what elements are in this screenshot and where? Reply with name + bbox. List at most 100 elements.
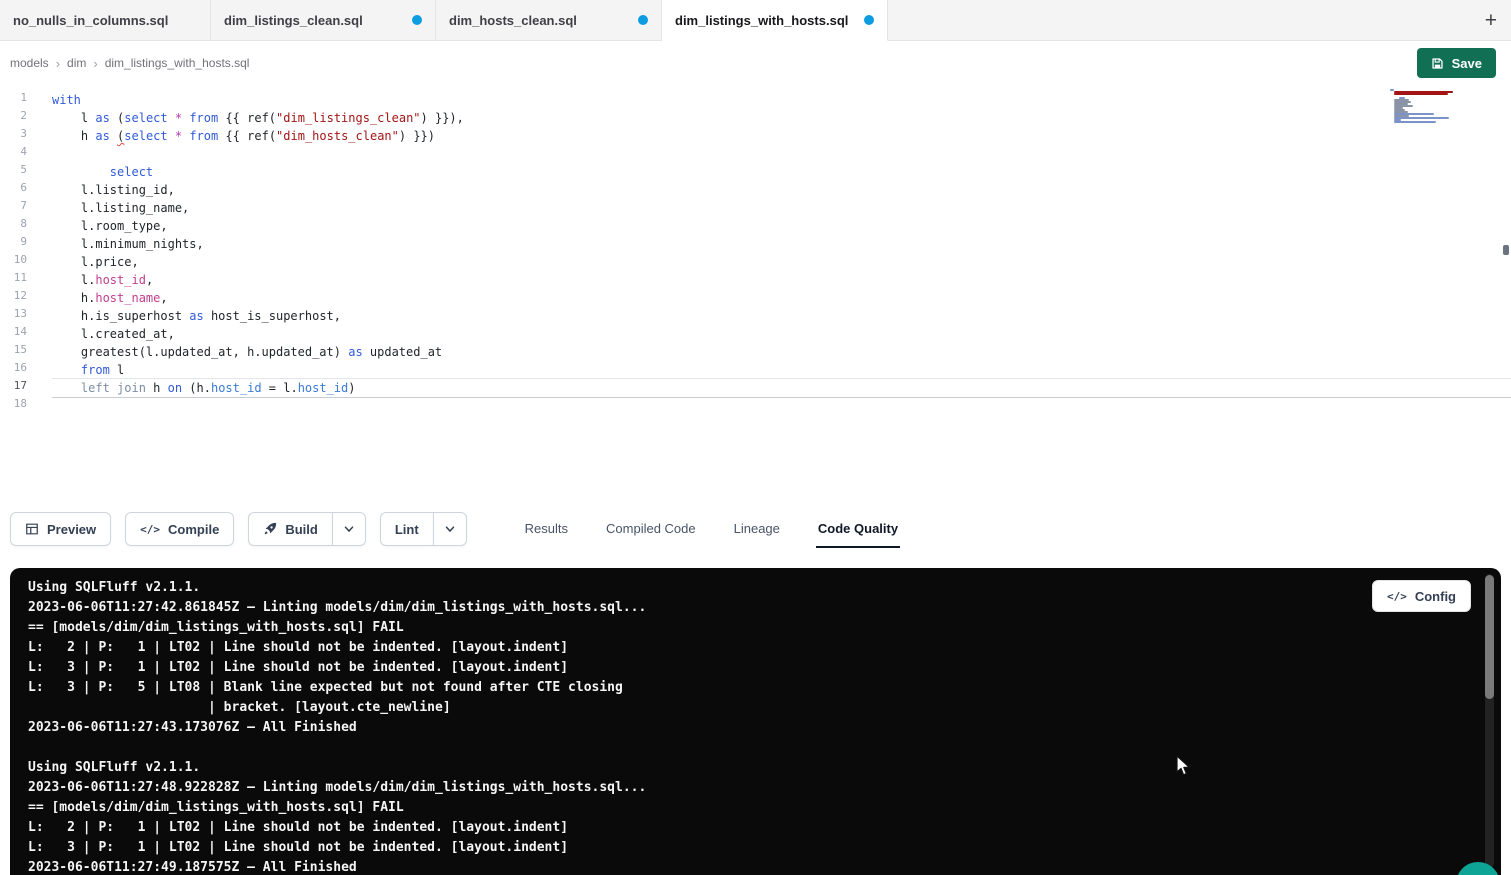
editor-code-area[interactable]: with l as (select * from {{ ref("dim_lis…	[40, 91, 1511, 510]
result-panel-tabs: Results Compiled Code Lineage Code Quali…	[523, 510, 900, 548]
code-line-6[interactable]: l.listing_id,	[52, 181, 1511, 199]
line-number: 12	[0, 289, 40, 307]
unsaved-changes-dot-icon[interactable]	[638, 15, 648, 25]
code-line-14[interactable]: l.created_at,	[52, 325, 1511, 343]
build-options-dropdown[interactable]	[332, 512, 366, 546]
tab-dim-hosts-clean-sql[interactable]: dim_hosts_clean.sql	[436, 0, 662, 41]
terminal-line: == [models/dim/dim_listings_with_hosts.s…	[28, 798, 1461, 818]
terminal-scrollbar-thumb[interactable]	[1485, 575, 1494, 699]
editor-scrollbar[interactable]	[1501, 85, 1510, 510]
tab-lineage[interactable]: Lineage	[732, 510, 782, 548]
new-tab-plus-icon[interactable]: +	[1485, 10, 1497, 31]
code-line-10[interactable]: l.price,	[52, 253, 1511, 271]
terminal-line: L: 3 | P: 1 | LT02 | Line should not be …	[28, 838, 1461, 858]
code-line-8[interactable]: l.room_type,	[52, 217, 1511, 235]
mouse-cursor	[1176, 755, 1195, 777]
sql-code-editor[interactable]: 123456789101112131415161718 with l as (s…	[0, 85, 1511, 510]
terminal-line: Using SQLFluff v2.1.1.	[28, 758, 1461, 778]
code-line-18[interactable]	[52, 397, 1511, 415]
terminal-line: L: 2 | P: 1 | LT02 | Line should not be …	[28, 818, 1461, 838]
compile-button[interactable]: </> Compile	[125, 512, 234, 546]
breadcrumb-segment-dim: dim	[67, 56, 86, 70]
line-number: 2	[0, 109, 40, 127]
tab-label: dim_listings_clean.sql	[224, 13, 363, 28]
line-number: 6	[0, 181, 40, 199]
preview-label: Preview	[47, 522, 96, 537]
lint-label: Lint	[395, 522, 419, 537]
line-number: 5	[0, 163, 40, 181]
line-number: 15	[0, 343, 40, 361]
build-button[interactable]: Build	[248, 512, 332, 546]
editor-scrollbar-thumb[interactable]	[1503, 245, 1509, 255]
terminal-line: 2023-06-06T11:27:42.861845Z — Linting mo…	[28, 598, 1461, 618]
unsaved-changes-dot-icon[interactable]	[412, 15, 422, 25]
tab-no-nulls-in-columns-sql[interactable]: no_nulls_in_columns.sql	[0, 0, 211, 41]
code-line-2[interactable]: l as (select * from {{ ref("dim_listings…	[52, 109, 1511, 127]
code-line-11[interactable]: l.host_id,	[52, 271, 1511, 289]
save-floppy-icon	[1431, 57, 1444, 70]
breadcrumb: models › dim › dim_listings_with_hosts.s…	[10, 56, 249, 71]
terminal-line: L: 2 | P: 1 | LT02 | Line should not be …	[28, 638, 1461, 658]
line-number: 17	[0, 379, 40, 397]
code-line-3[interactable]: h as (select * from {{ ref("dim_hosts_cl…	[52, 127, 1511, 145]
tab-label: no_nulls_in_columns.sql	[13, 13, 168, 28]
tab-label: dim_hosts_clean.sql	[449, 13, 577, 28]
compile-label: Compile	[168, 522, 219, 537]
lint-options-dropdown[interactable]	[433, 512, 467, 546]
terminal-line: 2023-06-06T11:27:48.922828Z — Linting mo…	[28, 778, 1461, 798]
action-toolbar: Preview </> Compile Build Lint	[0, 510, 1511, 548]
line-number: 4	[0, 145, 40, 163]
editor-tab-bar: no_nulls_in_columns.sql dim_listings_cle…	[0, 0, 1511, 41]
code-line-13[interactable]: h.is_superhost as host_is_superhost,	[52, 307, 1511, 325]
code-line-15[interactable]: greatest(l.updated_at, h.updated_at) as …	[52, 343, 1511, 361]
code-line-4[interactable]	[52, 145, 1511, 163]
config-button[interactable]: </> Config	[1372, 580, 1471, 612]
terminal-scrollbar[interactable]	[1485, 574, 1494, 868]
terminal-line: 2023-06-06T11:27:43.173076Z — All Finish…	[28, 718, 1461, 738]
terminal-line	[28, 738, 1461, 758]
terminal-line: == [models/dim/dim_listings_with_hosts.s…	[28, 618, 1461, 638]
code-line-9[interactable]: l.minimum_nights,	[52, 235, 1511, 253]
code-line-17[interactable]: left join h on (h.host_id = l.host_id)	[52, 379, 1511, 397]
breadcrumb-bar: models › dim › dim_listings_with_hosts.s…	[0, 41, 1511, 85]
lint-split-button: Lint	[380, 512, 467, 546]
save-button[interactable]: Save	[1417, 48, 1496, 78]
code-line-7[interactable]: l.listing_name,	[52, 199, 1511, 217]
line-number: 9	[0, 235, 40, 253]
minimap-line	[1394, 121, 1436, 123]
save-label: Save	[1452, 56, 1482, 71]
code-line-12[interactable]: h.host_name,	[52, 289, 1511, 307]
tab-compiled-code[interactable]: Compiled Code	[604, 510, 698, 548]
line-number: 8	[0, 217, 40, 235]
build-split-button: Build	[248, 512, 366, 546]
tab-code-quality[interactable]: Code Quality	[816, 510, 900, 548]
editor-minimap[interactable]	[1390, 89, 1462, 125]
terminal-line: Using SQLFluff v2.1.1.	[28, 578, 1461, 598]
config-label: Config	[1415, 589, 1456, 604]
rocket-icon	[263, 522, 277, 536]
terminal-output: Using SQLFluff v2.1.1.2023-06-06T11:27:4…	[28, 578, 1461, 875]
code-line-5[interactable]: select	[52, 163, 1511, 181]
tab-bar-filler: +	[888, 0, 1511, 41]
minimap-line	[1394, 93, 1448, 95]
code-brackets-icon: </>	[1387, 590, 1407, 603]
line-number: 1	[0, 91, 40, 109]
code-line-1[interactable]: with	[52, 91, 1511, 109]
tab-results[interactable]: Results	[523, 510, 570, 548]
line-number: 13	[0, 307, 40, 325]
line-number: 10	[0, 253, 40, 271]
tab-dim-listings-clean-sql[interactable]: dim_listings_clean.sql	[211, 0, 436, 41]
line-number: 18	[0, 397, 40, 415]
preview-button[interactable]: Preview	[10, 512, 111, 546]
tab-dim-listings-with-hosts-sql[interactable]: dim_listings_with_hosts.sql	[662, 0, 888, 41]
breadcrumb-segment-models: models	[10, 56, 49, 70]
editor-line-numbers: 123456789101112131415161718	[0, 91, 40, 510]
line-number: 16	[0, 361, 40, 379]
preview-grid-icon	[25, 522, 39, 536]
minimap-line	[1394, 117, 1449, 119]
tab-label: dim_listings_with_hosts.sql	[675, 13, 848, 28]
line-number: 7	[0, 199, 40, 217]
unsaved-changes-dot-icon[interactable]	[864, 15, 874, 25]
code-line-16[interactable]: from l	[52, 361, 1511, 379]
lint-button[interactable]: Lint	[380, 512, 433, 546]
